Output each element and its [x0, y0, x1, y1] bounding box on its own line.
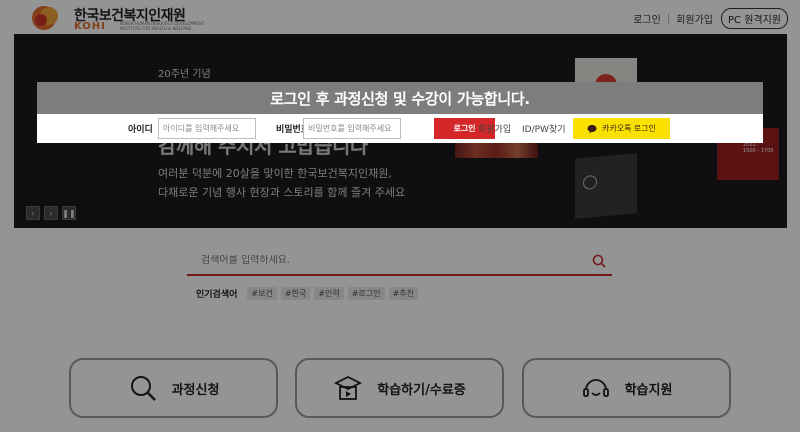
- password-input[interactable]: [303, 118, 401, 139]
- kakao-login-label: 카카오톡 로그인: [602, 124, 656, 133]
- login-modal-form: 아이디 비밀번호 로그인 회원가입 ID/PW찾기 카카오톡 로그인: [37, 114, 763, 143]
- login-modal-title: 로그인 후 과정신청 및 수강이 가능합니다.: [270, 89, 530, 108]
- join-link[interactable]: 회원가입: [478, 122, 511, 135]
- modal-backdrop[interactable]: [0, 0, 800, 432]
- id-label: 아이디: [128, 125, 153, 135]
- find-id-password-link[interactable]: ID/PW찾기: [522, 122, 566, 135]
- kakao-login-button[interactable]: 카카오톡 로그인: [573, 118, 670, 139]
- login-modal-header: 로그인 후 과정신청 및 수강이 가능합니다.: [37, 82, 763, 114]
- id-input[interactable]: [158, 118, 256, 139]
- kakao-talk-icon: [587, 124, 597, 133]
